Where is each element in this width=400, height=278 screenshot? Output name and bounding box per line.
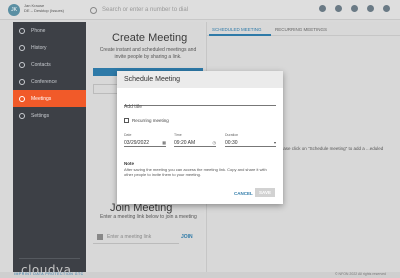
note-text: After saving the meeting you can access … xyxy=(124,167,267,177)
search-bar[interactable]: Search or enter a number to dial xyxy=(90,4,310,16)
status-icon[interactable] xyxy=(367,5,374,12)
sidebar-divider xyxy=(19,258,80,259)
title-field xyxy=(124,95,276,110)
duration-label: Duration xyxy=(225,133,239,137)
create-meeting-description: Create instant and scheduled meetings an… xyxy=(99,47,197,60)
join-button[interactable]: JOIN xyxy=(181,234,193,240)
sidebar: Phone History Contacts Conference Meetin… xyxy=(13,22,86,277)
duration-field: Duration 00:30 ▾ xyxy=(225,133,276,147)
sidebar-item-label: Meetings xyxy=(31,95,52,102)
meetings-icon xyxy=(19,95,25,102)
date-field: Date 03/29/2022 ▦ xyxy=(124,133,166,147)
recurring-option[interactable]: Recurring meeting xyxy=(124,118,169,123)
date-input[interactable]: 03/29/2022 ▦ xyxy=(124,139,166,147)
link-icon xyxy=(97,233,103,240)
cancel-button[interactable]: CANCEL xyxy=(234,191,253,196)
sidebar-item-label: History xyxy=(31,44,47,51)
sidebar-item-label: Settings xyxy=(31,112,50,119)
globe-icon[interactable] xyxy=(351,5,358,12)
create-meeting-title: Create Meeting xyxy=(112,32,188,44)
search-icon xyxy=(90,6,97,14)
clock-icon[interactable]: ◷ xyxy=(213,140,217,145)
sidebar-item-conference[interactable]: Conference xyxy=(13,73,86,90)
dialog-title: Schedule Meeting xyxy=(117,71,283,88)
time-value: 09:20 AM xyxy=(174,139,196,146)
user-info[interactable]: Jan Krause DE – Desktop (Issues) xyxy=(24,3,64,13)
meeting-link-input[interactable]: Enter a meeting link xyxy=(93,230,179,244)
search-input[interactable]: Search or enter a number to dial xyxy=(102,7,188,13)
sidebar-item-meetings[interactable]: Meetings xyxy=(13,90,86,107)
sidebar-item-phone[interactable]: Phone xyxy=(13,22,86,39)
sidebar-item-label: Contacts xyxy=(31,61,51,68)
toolbar-icons xyxy=(319,5,390,12)
join-meeting-description: Enter a meeting link below to join a mee… xyxy=(100,214,197,220)
recurring-checkbox[interactable] xyxy=(124,118,129,123)
phone-icon xyxy=(19,27,25,34)
meeting-link-placeholder: Enter a meeting link xyxy=(107,233,152,240)
sidebar-item-contacts[interactable]: Contacts xyxy=(13,56,86,73)
note-heading: Note xyxy=(124,161,134,166)
sidebar-item-history[interactable]: History xyxy=(13,39,86,56)
save-button[interactable]: SAVE xyxy=(255,188,275,197)
time-field: Time 09:20 AM ◷ xyxy=(174,133,216,147)
meetings-tabs: SCHEDULED MEETING RECURRING MEETINGS xyxy=(207,22,400,36)
recurring-label: Recurring meeting xyxy=(132,118,169,123)
date-label: Date xyxy=(124,133,132,137)
contacts-icon xyxy=(19,61,25,68)
sidebar-item-settings[interactable]: Settings xyxy=(13,107,86,124)
copyright: © NFON 2022 All rights reserved xyxy=(334,272,386,276)
edit-icon[interactable] xyxy=(319,5,326,12)
time-input[interactable]: 09:20 AM ◷ xyxy=(174,139,216,147)
tab-scheduled[interactable]: SCHEDULED MEETING xyxy=(212,27,262,32)
title-input[interactable] xyxy=(124,101,276,110)
chevron-down-icon: ▾ xyxy=(273,140,276,145)
time-label: Time xyxy=(174,133,182,137)
calendar-icon[interactable]: ▦ xyxy=(162,140,166,145)
duration-select[interactable]: 00:30 ▾ xyxy=(225,139,276,147)
footer-links[interactable]: IMPRINT DATA PROTECTION GTC xyxy=(14,272,84,276)
help-icon[interactable] xyxy=(335,5,342,12)
history-icon xyxy=(19,44,25,51)
active-tab-indicator xyxy=(209,34,271,36)
user-status: DE – Desktop (Issues) xyxy=(24,8,65,13)
logout-icon[interactable] xyxy=(383,5,390,12)
duration-value: 00:30 xyxy=(225,139,238,146)
conference-icon xyxy=(19,78,25,85)
tab-recurring[interactable]: RECURRING MEETINGS xyxy=(275,27,327,32)
sidebar-item-label: Conference xyxy=(31,78,57,85)
top-bar: JK Jan Krause DE – Desktop (Issues) Sear… xyxy=(0,0,400,20)
settings-icon xyxy=(19,112,25,119)
footer: IMPRINT DATA PROTECTION GTC © NFON 2022 … xyxy=(0,272,400,278)
schedule-meeting-dialog: Schedule Meeting Recurring meeting Date … xyxy=(117,71,283,204)
date-value: 03/29/2022 xyxy=(124,139,150,146)
sidebar-item-label: Phone xyxy=(31,27,46,34)
avatar[interactable]: JK xyxy=(8,4,20,16)
